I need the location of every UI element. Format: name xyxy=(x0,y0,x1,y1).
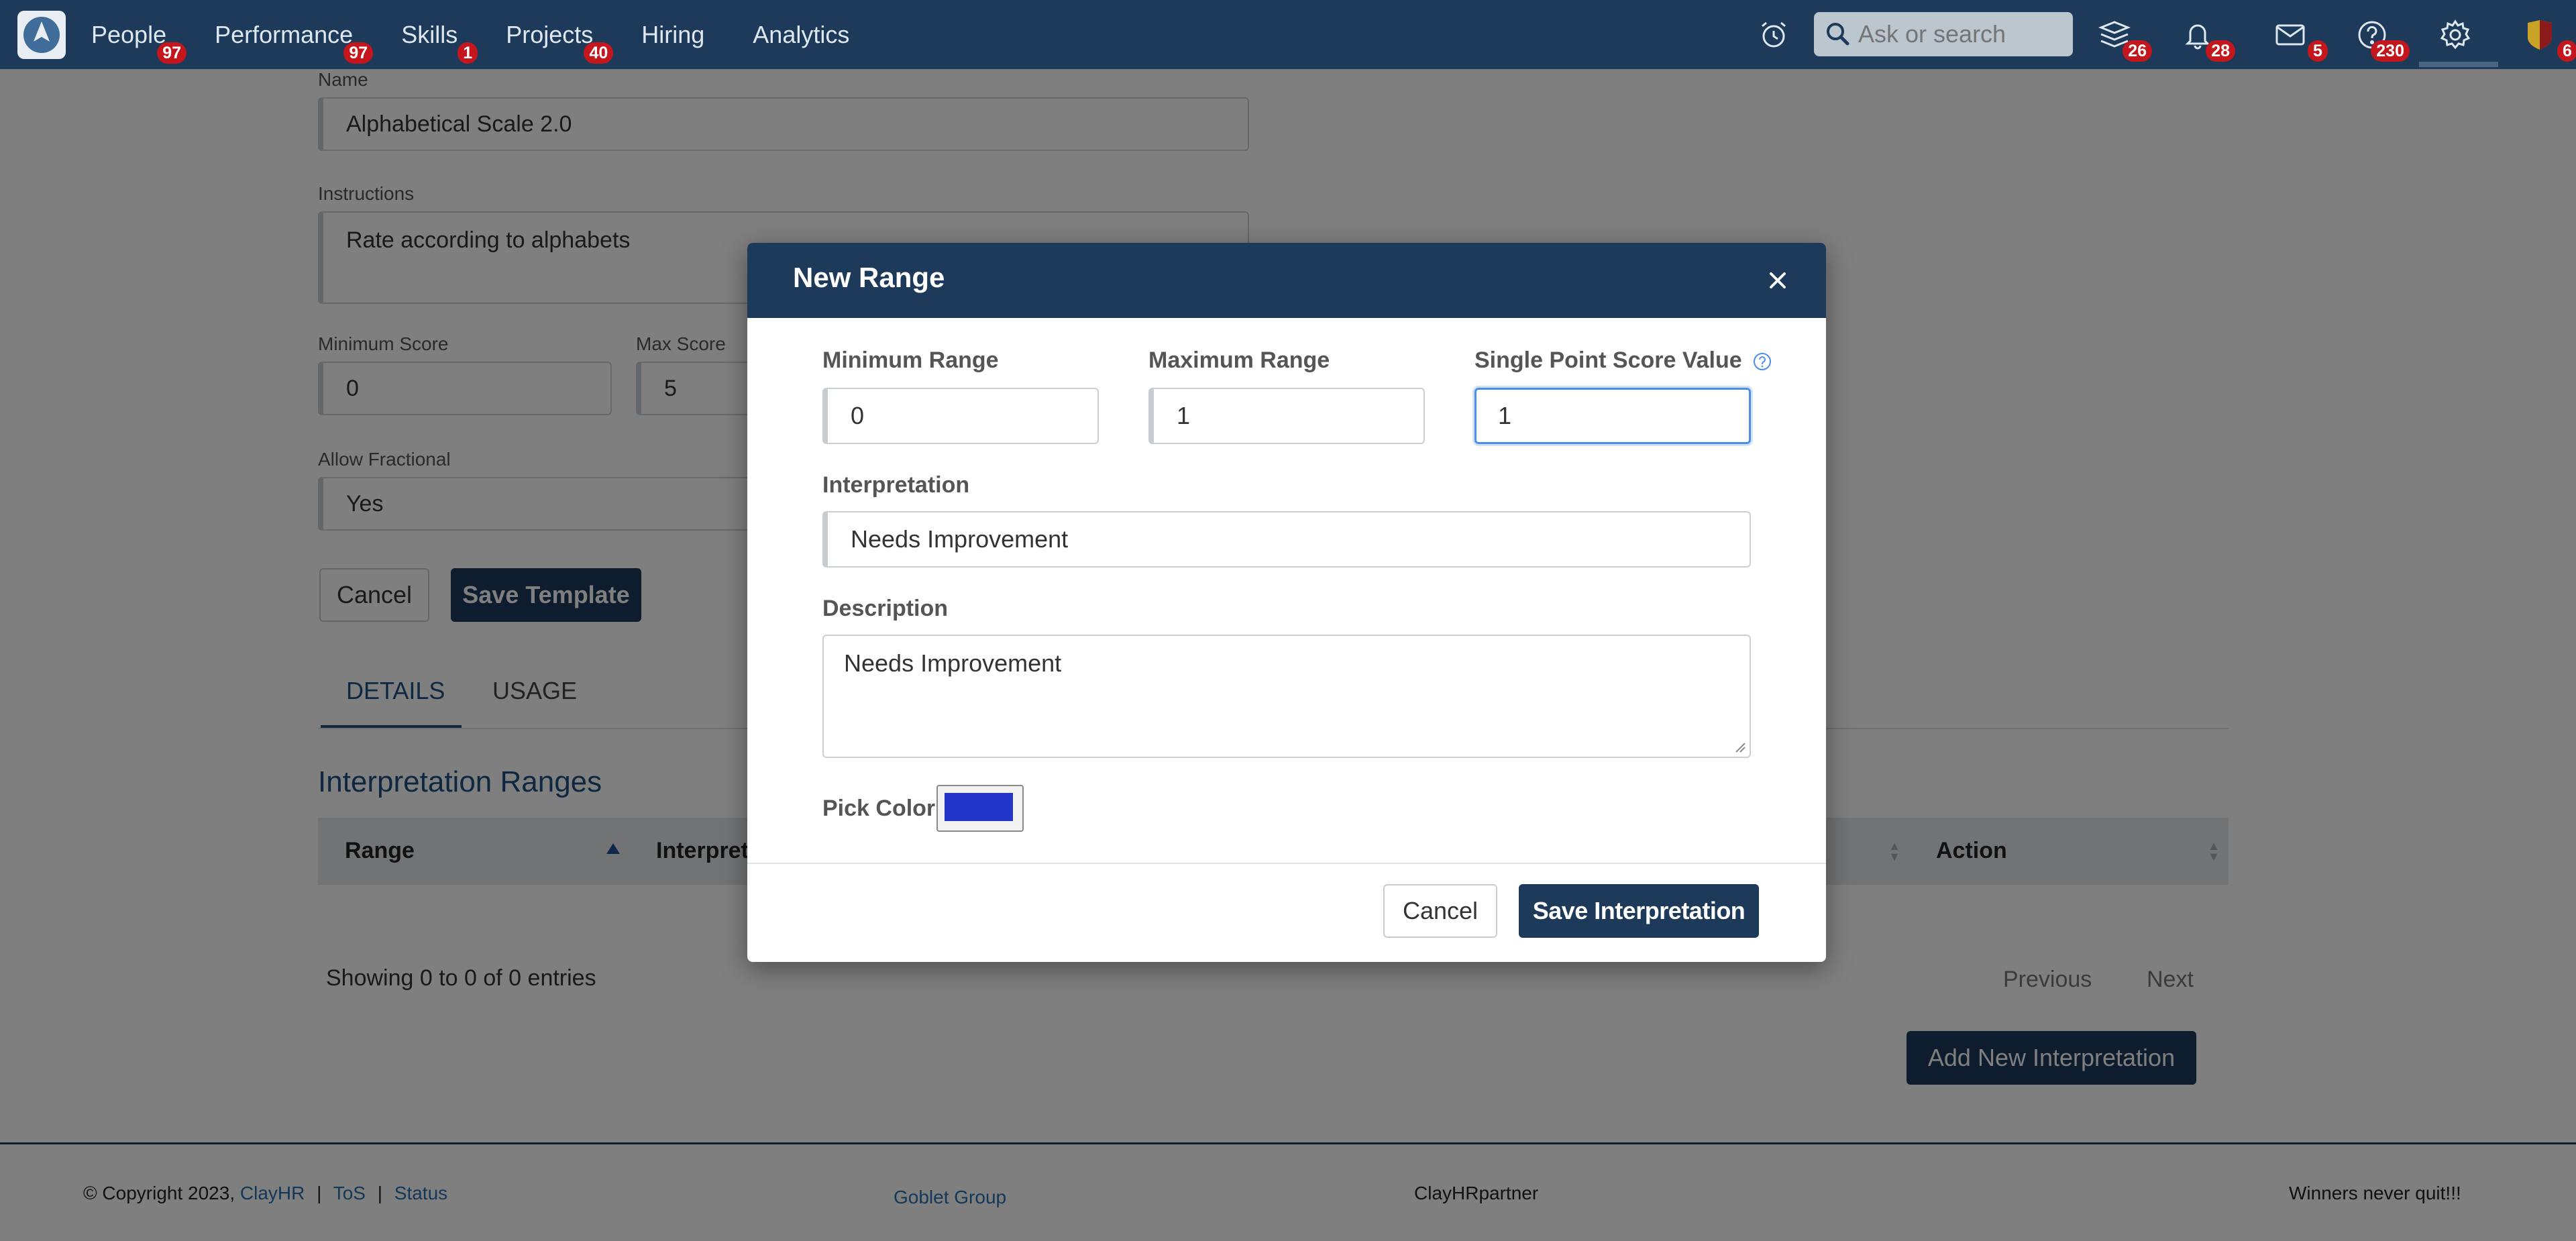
active-settings-indicator xyxy=(2419,62,2498,67)
nav-analytics-label: Analytics xyxy=(753,20,850,48)
close-icon[interactable] xyxy=(1763,266,1792,295)
nav-performance-label: Performance xyxy=(215,20,354,48)
logo-icon xyxy=(23,17,60,53)
search-input[interactable] xyxy=(1857,19,2061,49)
max-range-label: Maximum Range xyxy=(1148,347,1330,373)
modal-header: New Range xyxy=(747,243,1826,318)
resize-grip-icon[interactable] xyxy=(1733,741,1746,753)
nav-people[interactable]: People 97 xyxy=(91,20,187,64)
single-point-score-field[interactable]: 1 xyxy=(1474,388,1751,444)
nav-people-label: People xyxy=(91,20,167,48)
nav-hiring-label: Hiring xyxy=(641,20,705,48)
notifications-badge: 28 xyxy=(2206,40,2235,62)
messages-badge: 5 xyxy=(2308,40,2328,62)
color-picker[interactable] xyxy=(936,785,1024,832)
nav-performance[interactable]: Performance 97 xyxy=(215,20,374,64)
nav-projects-badge: 40 xyxy=(584,42,614,64)
bell-icon[interactable]: 28 xyxy=(2178,15,2235,62)
description-text: Needs Improvement xyxy=(844,649,1062,677)
profile-avatar[interactable]: 6 xyxy=(2520,15,2576,62)
courses-stack-icon[interactable]: 26 xyxy=(2094,15,2152,62)
help-badge: 230 xyxy=(2371,40,2410,62)
nav-skills-label: Skills xyxy=(401,20,458,48)
min-range-field[interactable]: 0 xyxy=(822,388,1099,444)
pick-color-label: Pick Color xyxy=(822,796,936,821)
modal-footer-divider xyxy=(747,863,1826,864)
nav-projects[interactable]: Projects 40 xyxy=(506,20,614,64)
save-interpretation-button[interactable]: Save Interpretation xyxy=(1519,884,1759,938)
profile-badge: 6 xyxy=(2557,40,2576,62)
description-label: Description xyxy=(822,596,949,621)
main-nav: People 97 Performance 97 Skills 1 Projec… xyxy=(91,0,898,69)
max-range-field[interactable]: 1 xyxy=(1148,388,1425,444)
mail-icon[interactable]: 5 xyxy=(2270,15,2328,62)
nav-people-badge: 97 xyxy=(157,42,187,64)
interpretation-field[interactable]: Needs Improvement xyxy=(822,511,1751,568)
alarm-clock-icon[interactable] xyxy=(1754,15,1794,55)
description-textarea[interactable]: Needs Improvement xyxy=(822,635,1751,758)
single-point-label: Single Point Score Value xyxy=(1474,347,1772,374)
gear-icon[interactable] xyxy=(2435,15,2475,55)
min-range-label: Minimum Range xyxy=(822,347,999,373)
color-swatch xyxy=(945,793,1013,821)
question-circle-icon[interactable] xyxy=(1752,352,1772,372)
cancel-button[interactable]: Cancel xyxy=(1383,884,1497,938)
search-icon xyxy=(1827,23,1849,46)
nav-skills[interactable]: Skills 1 xyxy=(401,20,478,64)
nav-performance-badge: 97 xyxy=(343,42,374,64)
interpretation-label: Interpretation xyxy=(822,472,970,498)
single-point-label-text: Single Point Score Value xyxy=(1474,347,1742,373)
search-box[interactable] xyxy=(1814,12,2073,56)
nav-hiring[interactable]: Hiring xyxy=(641,21,704,49)
clayhr-logo[interactable] xyxy=(17,11,66,59)
nav-skills-badge: 1 xyxy=(458,42,478,64)
courses-badge: 26 xyxy=(2123,40,2152,62)
nav-projects-label: Projects xyxy=(506,20,594,48)
top-navbar: People 97 Performance 97 Skills 1 Projec… xyxy=(0,0,2576,70)
new-range-modal: New Range Minimum Range 0 Maximum Range … xyxy=(747,243,1826,962)
nav-analytics[interactable]: Analytics xyxy=(753,21,849,49)
help-icon[interactable]: 230 xyxy=(2352,15,2410,62)
modal-title: New Range xyxy=(793,262,945,293)
